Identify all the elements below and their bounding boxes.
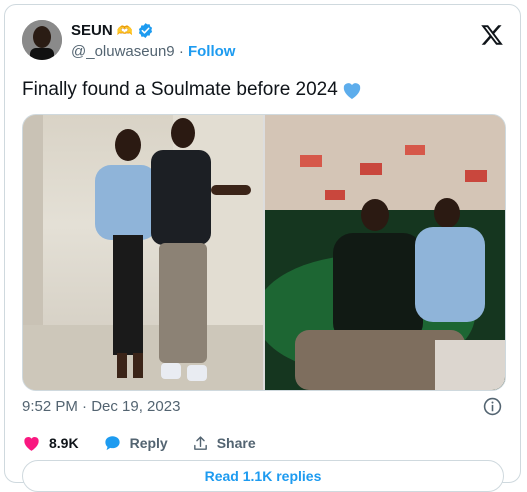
name-emoji: 🫶 xyxy=(116,22,133,38)
share-icon xyxy=(192,435,209,452)
separator: · xyxy=(178,43,184,60)
tweet-text-body: Finally found a Soulmate before 2024 xyxy=(22,79,338,100)
tweet-timestamp[interactable]: 9:52 PM · Dec 19, 2023 xyxy=(22,398,180,415)
heart-icon xyxy=(22,434,41,452)
photo-right[interactable] xyxy=(265,115,505,390)
read-replies-button[interactable]: Read 1.1K replies xyxy=(22,460,504,492)
x-logo-icon[interactable] xyxy=(480,23,504,47)
follow-button[interactable]: Follow xyxy=(188,43,236,60)
handle-row: @_oluwaseun9 · Follow xyxy=(71,43,235,60)
reply-icon xyxy=(103,434,122,452)
author-display-name[interactable]: SEUN xyxy=(71,22,113,39)
media-grid[interactable] xyxy=(22,114,506,391)
blue-heart-icon xyxy=(341,80,363,100)
author-name-row[interactable]: SEUN 🫶 xyxy=(71,22,154,39)
share-button[interactable]: Share xyxy=(192,435,256,452)
reply-button[interactable]: Reply xyxy=(103,434,168,452)
action-bar: 8.9K Reply Share xyxy=(22,434,280,452)
like-button[interactable]: 8.9K xyxy=(22,434,79,452)
like-count: 8.9K xyxy=(49,435,79,451)
reply-label: Reply xyxy=(129,435,168,451)
verified-badge-icon xyxy=(137,22,154,39)
tweet-card: SEUN 🫶 @_oluwaseun9 · Follow Finally fou… xyxy=(4,4,521,492)
tweet-text: Finally found a Soulmate before 2024 xyxy=(22,79,363,101)
info-icon[interactable] xyxy=(483,397,502,416)
photo-left[interactable] xyxy=(23,115,263,390)
author-handle[interactable]: @_oluwaseun9 xyxy=(71,43,175,60)
avatar[interactable] xyxy=(22,20,62,60)
share-label: Share xyxy=(216,435,256,451)
